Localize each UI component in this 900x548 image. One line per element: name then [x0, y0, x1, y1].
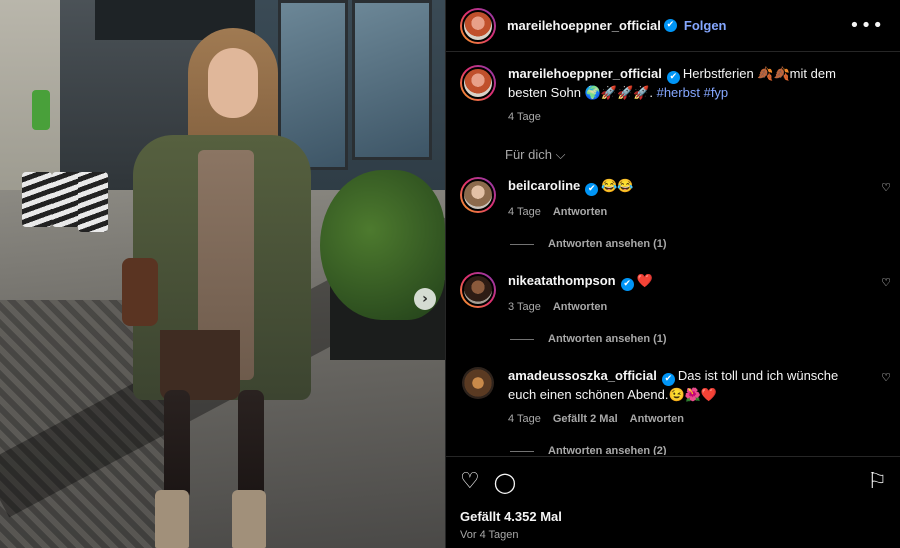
- comment-meta: 3 Tage Antworten: [508, 301, 865, 313]
- view-replies-button[interactable]: Antworten ansehen (1): [510, 333, 900, 345]
- comment-sort-dropdown[interactable]: Für dich ⌵: [505, 147, 900, 163]
- comment-age: 4 Tage: [508, 206, 541, 218]
- comment-icon[interactable]: ◯: [494, 472, 516, 492]
- author-avatar: [462, 9, 494, 42]
- view-replies-button[interactable]: Antworten ansehen (1): [510, 238, 900, 250]
- bookmark-icon[interactable]: ⚐: [867, 471, 887, 493]
- comment-text: beilcaroline ✔ 😂😂: [508, 177, 865, 196]
- caption-meta: 4 Tage: [508, 111, 865, 123]
- comments-list[interactable]: mareilehoeppner_official ✔ Herbstferien 🍂🍂…: [446, 53, 900, 455]
- view-replies-label: Antworten ansehen (2): [548, 445, 667, 455]
- author-avatar-ring[interactable]: [460, 65, 496, 101]
- person-boot: [232, 490, 266, 548]
- like-icon[interactable]: ♡: [460, 471, 480, 493]
- comment-body: beilcaroline ✔ 😂😂 4 Tage Antworten: [508, 177, 887, 218]
- comment-username[interactable]: beilcaroline: [508, 178, 580, 193]
- view-replies-label: Antworten ansehen (1): [548, 333, 667, 345]
- follow-button[interactable]: Folgen: [684, 18, 727, 33]
- comment-username[interactable]: nikeatathompson: [508, 273, 616, 288]
- comment-like-icon[interactable]: ♡: [881, 181, 891, 194]
- comment-username[interactable]: amadeussoszka_official: [508, 368, 657, 383]
- replies-divider: [510, 450, 534, 452]
- likes-count[interactable]: Gefällt 4.352 Mal: [460, 509, 887, 524]
- view-replies-label: Antworten ansehen (1): [548, 238, 667, 250]
- caption-body: mareilehoeppner_official ✔ Herbstferien 🍂🍂…: [508, 65, 887, 123]
- comment-likes-count[interactable]: Gefällt 2 Mal: [553, 413, 618, 425]
- verified-icon: ✔: [666, 71, 680, 84]
- view-replies-button[interactable]: Antworten ansehen (2): [510, 445, 900, 455]
- comment-meta: 4 Tage Antworten: [508, 206, 865, 218]
- commenter-avatar: [462, 367, 494, 399]
- comment-text: nikeatathompson ✔ ❤️: [508, 272, 865, 291]
- comment-meta: 4 Tage Gefällt 2 Mal Antworten: [508, 413, 865, 425]
- reply-button[interactable]: Antworten: [553, 206, 607, 218]
- hashtag-link[interactable]: #fyp: [704, 85, 729, 100]
- comment-body: nikeatathompson ✔ ❤️ 3 Tage Antworten: [508, 272, 887, 313]
- comment-content: 😂😂: [601, 178, 634, 193]
- post-timestamp: Vor 4 Tagen: [460, 529, 519, 541]
- photo-planter-pot: [78, 172, 108, 232]
- person-face: [208, 48, 258, 118]
- post-side-panel: mareilehoeppner_official ✔ Folgen ••• ma…: [445, 0, 900, 548]
- post-actions-bar: ♡ ◯ ⚐ Gefällt 4.352 Mal Vor 4 Tagen: [446, 456, 900, 548]
- author-avatar-ring[interactable]: [460, 7, 496, 44]
- action-icons-row: ♡ ◯ ⚐: [460, 467, 887, 497]
- verified-icon: ✔: [663, 19, 677, 32]
- author-username[interactable]: mareilehoeppner_official: [507, 18, 661, 33]
- post-photo[interactable]: ›: [0, 0, 445, 548]
- comment-item: beilcaroline ✔ 😂😂 4 Tage Antworten ♡: [446, 177, 900, 218]
- photo-window: [352, 0, 432, 160]
- caption-age: 4 Tage: [508, 111, 541, 123]
- comment-content: ❤️: [636, 273, 653, 288]
- post-header: mareilehoeppner_official ✔ Folgen •••: [446, 0, 900, 52]
- reply-button[interactable]: Antworten: [630, 413, 684, 425]
- reply-button[interactable]: Antworten: [553, 301, 607, 313]
- comment-like-icon[interactable]: ♡: [881, 371, 891, 384]
- person-boot: [155, 490, 189, 548]
- comment-item: nikeatathompson ✔ ❤️ 3 Tage Antworten ♡: [446, 272, 900, 313]
- caption-username[interactable]: mareilehoeppner_official: [508, 66, 662, 81]
- person-leg: [164, 390, 190, 500]
- instagram-post-view: › mareilehoeppner_official ✔ Folgen ••• …: [0, 0, 900, 548]
- caption: mareilehoeppner_official ✔ Herbstferien 🍂🍂…: [446, 65, 900, 123]
- comment-age: 4 Tage: [508, 413, 541, 425]
- replies-divider: [510, 338, 534, 340]
- carousel-next-icon[interactable]: ›: [414, 288, 436, 310]
- comment-item: amadeussoszka_official ✔ Das ist toll und …: [446, 367, 900, 425]
- commenter-avatar-ring[interactable]: [460, 272, 496, 308]
- commenter-avatar: [462, 274, 494, 306]
- person-bag: [122, 258, 158, 326]
- verified-icon: ✔: [620, 278, 634, 291]
- commenter-avatar-ring[interactable]: [460, 177, 496, 213]
- commenter-avatar-ring[interactable]: [462, 367, 494, 399]
- photo-planter-pot: [22, 172, 52, 227]
- more-options-icon[interactable]: •••: [849, 15, 884, 36]
- replies-divider: [510, 243, 534, 245]
- author-avatar: [462, 67, 494, 99]
- person-leg: [238, 390, 264, 500]
- verified-icon: ✔: [585, 183, 599, 196]
- comment-text: amadeussoszka_official ✔ Das ist toll und …: [508, 367, 865, 403]
- photo-green-sign: [32, 90, 50, 130]
- comment-like-icon[interactable]: ♡: [881, 276, 891, 289]
- comment-body: amadeussoszka_official ✔ Das ist toll und …: [508, 367, 887, 425]
- verified-icon: ✔: [661, 373, 675, 386]
- comment-age: 3 Tage: [508, 301, 541, 313]
- commenter-avatar: [462, 179, 494, 211]
- hashtag-link[interactable]: #herbst: [657, 85, 700, 100]
- caption-text: mareilehoeppner_official ✔ Herbstferien 🍂🍂…: [508, 65, 865, 101]
